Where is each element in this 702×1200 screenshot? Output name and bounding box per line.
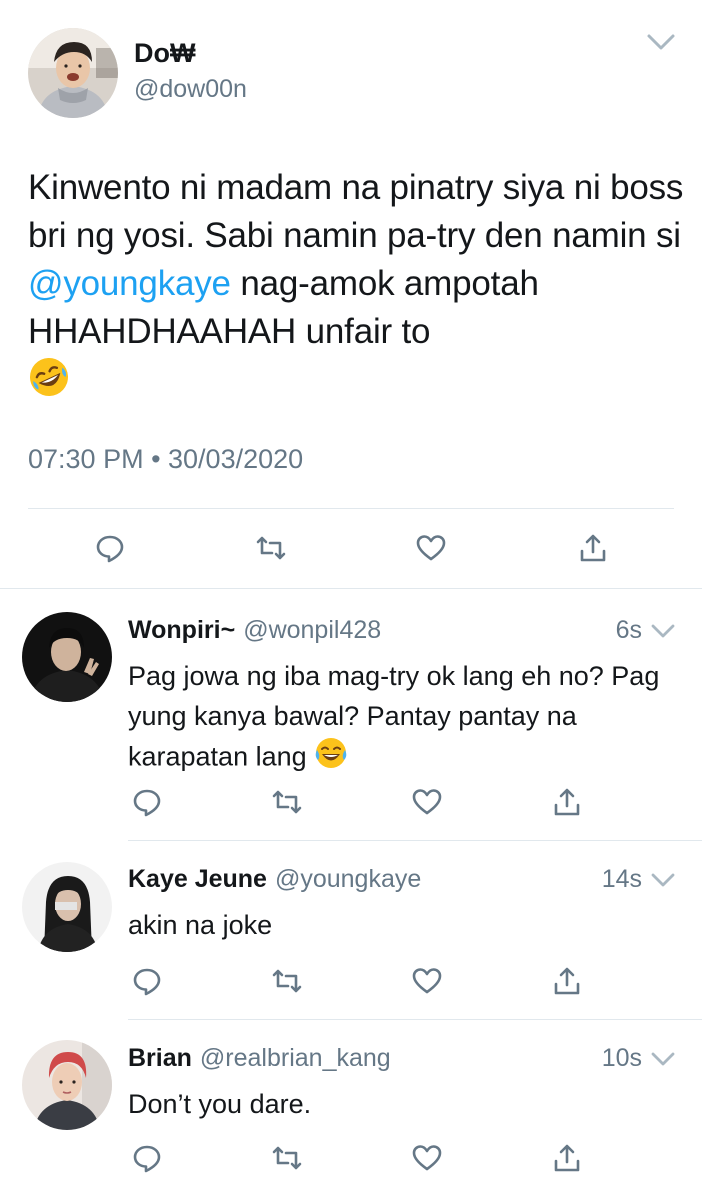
author-handle[interactable]: @wonpil428 [243,616,381,644]
like-icon[interactable] [409,963,445,999]
share-icon[interactable] [575,530,611,566]
reply-icon[interactable] [129,1140,165,1176]
rolling-on-floor-laughing-icon [28,356,70,411]
mention-link[interactable]: @youngkaye [28,264,231,303]
face-with-tears-of-joy-icon [314,736,348,781]
author-display-name[interactable]: Brian @realbrian_kang [128,1044,391,1073]
tweet-text-part: Kinwento ni madam na pinatry siya ni bos… [28,168,684,255]
avatar[interactable] [28,28,118,118]
reply-actions [0,1140,702,1180]
share-icon[interactable] [549,784,585,820]
avatar[interactable] [22,1040,112,1130]
share-icon[interactable] [549,1140,585,1176]
author-handle[interactable]: @youngkaye [275,865,421,893]
like-icon[interactable] [409,1140,445,1176]
author-handle[interactable]: @realbrian_kang [200,1044,391,1072]
tweet-timestamp[interactable]: 07:30 PM • 30/03/2020 [28,444,303,475]
reply-actions [0,963,702,1003]
author-display-name[interactable]: Do₩ [134,38,195,69]
chevron-down-icon[interactable] [650,1049,676,1069]
author-name-text[interactable]: Brian [128,1044,192,1072]
share-icon[interactable] [549,963,585,999]
retweet-icon[interactable] [269,784,305,820]
reply-text-content: Pag jowa ng iba mag-try ok lang eh no? P… [128,661,660,772]
reply-icon[interactable] [92,530,128,566]
retweet-icon[interactable] [269,1140,305,1176]
tweet-text: Kinwento ni madam na pinatry siya ni bos… [28,164,688,411]
author-name-text[interactable]: Kaye Jeune [128,865,267,893]
chevron-down-icon[interactable] [650,621,676,641]
avatar[interactable] [22,862,112,952]
reply-time[interactable]: 14s [602,865,642,894]
chevron-down-icon[interactable] [646,30,676,54]
main-tweet: Do₩ @dow00n Kinwento ni madam na pinatry… [0,0,702,590]
avatar[interactable] [22,612,112,702]
divider [28,508,674,509]
author-display-name[interactable]: Wonpiri~ @wonpil428 [128,616,381,645]
reply-icon[interactable] [129,784,165,820]
like-icon[interactable] [413,530,449,566]
like-icon[interactable] [409,784,445,820]
retweet-icon[interactable] [253,530,289,566]
tweet-actions [0,530,702,570]
chevron-down-icon[interactable] [650,870,676,890]
reply-text: Don’t you dare. [128,1089,312,1119]
reply-time[interactable]: 10s [602,1044,642,1073]
author-name-text[interactable]: Wonpiri~ [128,616,235,644]
reply-time[interactable]: 6s [616,616,642,645]
reply-tweet[interactable]: Kaye Jeune @youngkaye 14s akin na joke [0,841,702,1019]
reply-text: Pag jowa ng iba mag-try ok lang eh no? P… [128,656,688,781]
reply-actions [0,784,702,824]
reply-tweet[interactable]: Brian @realbrian_kang 10s Don’t you dare. [0,1020,702,1200]
reply-text: akin na joke [128,910,273,940]
divider [0,588,702,589]
reply-tweet[interactable]: Wonpiri~ @wonpil428 6s Pag jowa ng iba ma… [0,590,702,840]
author-display-name[interactable]: Kaye Jeune @youngkaye [128,865,421,894]
retweet-icon[interactable] [269,963,305,999]
author-handle[interactable]: @dow00n [134,75,247,104]
reply-icon[interactable] [129,963,165,999]
